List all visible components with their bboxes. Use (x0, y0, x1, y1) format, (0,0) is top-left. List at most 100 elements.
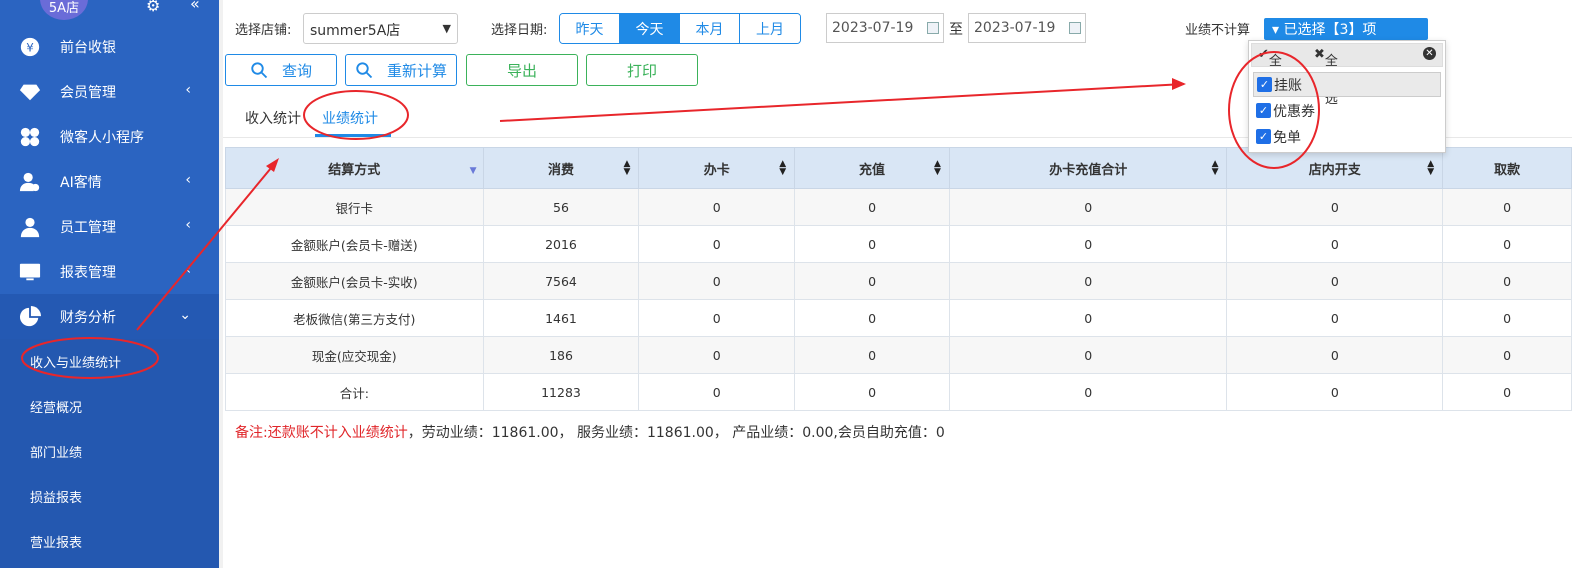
sidebar-item-label: 员工管理 (60, 219, 116, 236)
col-header-store-expense[interactable]: 店内开支 ▲ ▼ (1226, 147, 1444, 189)
sidebar-item-members[interactable]: 会员管理 ‹ (0, 69, 219, 114)
col-header-card-recharge-total[interactable]: 办卡充值合计 ▲ ▼ (948, 147, 1228, 189)
store-select[interactable]: summer5A店 ▼ (303, 13, 458, 44)
chevron-down-icon: ▼ (442, 22, 451, 35)
table-cell: 11283 (482, 373, 640, 411)
header-label: 结算方式 (328, 162, 381, 178)
date-btn-yesterday[interactable]: 昨天 (560, 14, 620, 43)
sidebar-item-label: 前台收银 (60, 39, 116, 56)
col-header-payment[interactable]: 结算方式 ▼ (225, 147, 484, 189)
table-cell: 0 (1226, 373, 1444, 411)
active-tab-indicator (315, 134, 391, 137)
table-row: 合计: 11283 0 0 0 0 0 (225, 373, 1572, 411)
header-label: 消费 (547, 162, 574, 178)
date-btn-this-month[interactable]: 本月 (680, 14, 740, 43)
date-from-input[interactable]: 2023-07-19 (826, 13, 944, 43)
sidebar-item-cashier[interactable]: ¥ 前台收银 (0, 24, 219, 69)
option-coupon[interactable]: ✓ 优惠券 (1253, 98, 1441, 123)
sidebar-item-label: 财务分析 (60, 309, 116, 326)
sort-icon: ▲ ▼ (779, 159, 787, 177)
submenu-department[interactable]: 部门业绩 (0, 429, 219, 474)
export-button[interactable]: 导出 (466, 54, 578, 86)
header-label: 办卡充值合计 (1049, 162, 1128, 178)
date-to-input[interactable]: 2023-07-19 (968, 13, 1086, 43)
table-cell: 0 (1226, 336, 1444, 374)
checkbox-checked-icon[interactable]: ✓ (1256, 129, 1271, 144)
store-avatar[interactable]: 5A店 (40, 0, 88, 20)
date-btn-today[interactable]: 今天 (620, 14, 680, 43)
table-cell: 0 (1226, 188, 1444, 226)
main-content: 选择店铺: summer5A店 ▼ 选择日期: 昨天 今天 本月 上月 2023… (219, 0, 1572, 568)
tab-income[interactable]: 收入统计 (245, 108, 301, 128)
table-cell: 0 (794, 188, 950, 226)
sort-icon: ▲ ▼ (1211, 159, 1219, 177)
select-none-button[interactable]: ✖ 全不选 (1314, 47, 1338, 107)
table-cell: 0 (1442, 188, 1572, 226)
sort-icon: ▲ ▼ (934, 159, 941, 177)
col-header-consume[interactable]: 消费 ▲ ▼ (482, 147, 640, 189)
collapse-icon[interactable]: « (190, 0, 200, 13)
query-button[interactable]: 查询 (225, 54, 337, 86)
user-switch-icon[interactable]: ⚙ (146, 0, 160, 15)
table-cell: 合计: (225, 373, 484, 411)
table-row: 金额账户(会员卡-赠送) 2016 0 0 0 0 0 (225, 225, 1572, 263)
submenu-income-performance[interactable]: 收入与业绩统计 (0, 339, 219, 384)
select-all-button[interactable]: ✔ 全选 (1258, 47, 1282, 88)
table-cell: 0 (948, 336, 1228, 374)
table-cell: 2016 (482, 225, 640, 263)
recalculate-label: 重新计算 (386, 61, 447, 80)
table-cell: 0 (948, 299, 1228, 337)
option-label: 免单 (1273, 129, 1301, 146)
table-cell: 0 (794, 262, 950, 300)
sidebar-item-finance[interactable]: 财务分析 ⌄ (0, 294, 219, 339)
submenu-profit-loss[interactable]: 损益报表 (0, 474, 219, 519)
remark-red-text: 备注:还款账不计入业绩统计 (235, 425, 408, 441)
calendar-icon (1069, 22, 1081, 34)
sidebar-item-reports[interactable]: 报表管理 ‹ (0, 249, 219, 294)
table-cell: 0 (794, 225, 950, 263)
date-from-value: 2023-07-19 (832, 20, 914, 36)
chevron-left-icon: ‹ (185, 217, 191, 233)
diamond-icon (0, 81, 60, 103)
table-cell: 0 (1442, 373, 1572, 411)
sidebar-item-miniprogram[interactable]: 微客人小程序 (0, 114, 219, 159)
table-cell: 现金(应交现金) (225, 336, 484, 374)
col-header-recharge[interactable]: 充值 ▲ ▼ (794, 147, 950, 189)
table-header-row: 结算方式 ▼ 消费 ▲ ▼ 办卡 ▲ ▼ 充值 ▲ ▼ 办卡充值合计 ▲ ▼ 店内开支 ▲ ▼ 取款 (225, 147, 1572, 189)
table-row: 老板微信(第三方支付) 1461 0 0 0 0 0 (225, 299, 1572, 337)
store-label: 选择店铺: (235, 23, 292, 38)
table-cell: 0 (948, 225, 1228, 263)
recalculate-button[interactable]: 重新计算 (345, 54, 457, 86)
table-cell: 0 (1226, 262, 1444, 300)
checkbox-checked-icon[interactable]: ✓ (1257, 77, 1272, 92)
perf-exclude-select[interactable]: ▾ 已选择【3】项 (1264, 18, 1428, 40)
sidebar-item-ai[interactable]: AI客情 ‹ (0, 159, 219, 204)
table-cell: 0 (1442, 299, 1572, 337)
col-header-card[interactable]: 办卡 ▲ ▼ (638, 147, 796, 189)
clover-icon (0, 126, 60, 148)
stats-table: 结算方式 ▼ 消费 ▲ ▼ 办卡 ▲ ▼ 充值 ▲ ▼ 办卡充值合计 ▲ ▼ 店内开支 ▲ ▼ 取款 … (225, 147, 1572, 411)
col-header-withdraw[interactable]: 取款 (1442, 147, 1572, 189)
table-row: 现金(应交现金) 186 0 0 0 0 0 (225, 336, 1572, 374)
date-btn-last-month[interactable]: 上月 (740, 14, 800, 43)
close-icon[interactable]: ✕ (1423, 47, 1436, 60)
table-cell: 56 (482, 188, 640, 226)
table-cell: 0 (948, 373, 1228, 411)
finance-submenu: 收入与业绩统计 经营概况 部门业绩 损益报表 营业报表 (0, 339, 219, 568)
date-label: 选择日期: (491, 23, 548, 38)
option-credit[interactable]: ✓ 挂账 (1253, 72, 1441, 97)
option-free[interactable]: ✓ 免单 (1253, 124, 1441, 149)
dropdown-header: ✔ 全选 ✖ 全不选 ✕ (1251, 43, 1443, 107)
submenu-business[interactable]: 营业报表 (0, 519, 219, 564)
table-cell: 0 (638, 299, 796, 337)
print-button[interactable]: 打印 (586, 54, 698, 86)
table-cell: 0 (638, 262, 796, 300)
table-cell: 金额账户(会员卡-实收) (225, 262, 484, 300)
sidebar-item-staff[interactable]: 员工管理 ‹ (0, 204, 219, 249)
tab-performance[interactable]: 业绩统计 (322, 108, 378, 128)
checkbox-checked-icon[interactable]: ✓ (1256, 103, 1271, 118)
header-label: 办卡 (703, 162, 730, 178)
table-cell: 7564 (482, 262, 640, 300)
date-to-value: 2023-07-19 (974, 20, 1056, 36)
submenu-overview[interactable]: 经营概况 (0, 384, 219, 429)
